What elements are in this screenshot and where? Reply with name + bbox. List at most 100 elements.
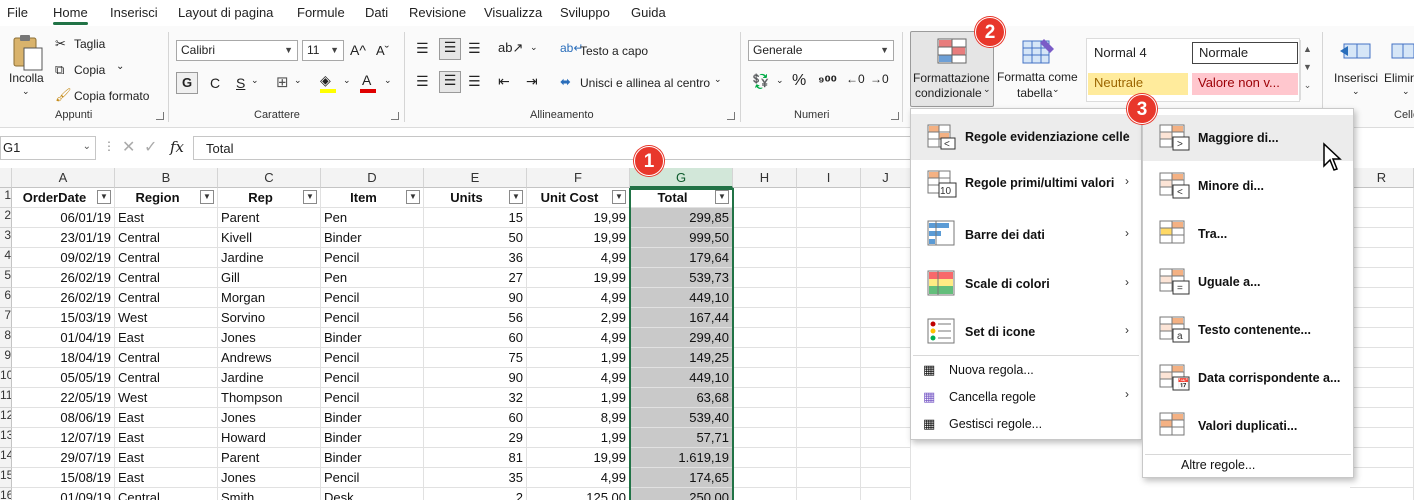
decrease-font-icon[interactable]: Aˇ — [376, 43, 389, 58]
filter-dropdown-icon[interactable]: ▼ — [97, 190, 111, 204]
orientation-chevron-icon[interactable]: ⌄ — [530, 42, 538, 53]
table-cell-g[interactable]: 167,44 — [630, 308, 733, 328]
empty-cell[interactable] — [861, 388, 911, 408]
column-header-r[interactable]: R — [1350, 168, 1414, 188]
table-cell-c[interactable]: Morgan — [218, 288, 321, 308]
table-cell-f[interactable]: 4,99 — [527, 468, 630, 488]
menu-file[interactable]: File — [7, 5, 28, 20]
menu-revisione[interactable]: Revisione — [409, 5, 466, 20]
submenu-item-2[interactable]: Tra... — [1143, 211, 1353, 257]
row-header[interactable]: 5 — [0, 268, 12, 288]
empty-cell[interactable] — [797, 328, 861, 348]
percent-icon[interactable]: % — [792, 72, 806, 90]
format-as-table-icon[interactable] — [1022, 37, 1056, 65]
filter-dropdown-icon[interactable]: ▼ — [509, 190, 523, 204]
table-cell-d[interactable]: Pen — [321, 208, 424, 228]
empty-cell[interactable] — [1350, 208, 1414, 228]
row-header[interactable]: 15 — [0, 468, 12, 488]
chevron-down-icon[interactable]: ⌄ — [1052, 84, 1060, 95]
align-top-icon[interactable]: ☰ — [416, 40, 429, 57]
select-all-corner[interactable] — [0, 168, 12, 188]
empty-cell[interactable] — [1350, 428, 1414, 448]
table-cell-a[interactable]: 23/01/19 — [12, 228, 115, 248]
table-cell-e[interactable]: 90 — [424, 288, 527, 308]
row-header[interactable]: 8 — [0, 328, 12, 348]
style-normale[interactable]: Normale — [1192, 42, 1298, 64]
table-cell-c[interactable]: Howard — [218, 428, 321, 448]
table-cell-g[interactable]: 539,40 — [630, 408, 733, 428]
table-cell-e[interactable]: 81 — [424, 448, 527, 468]
table-cell-c[interactable]: Parent — [218, 448, 321, 468]
filter-dropdown-icon[interactable]: ▼ — [200, 190, 214, 204]
empty-cell[interactable] — [1350, 388, 1414, 408]
table-cell-f[interactable]: 1,99 — [527, 388, 630, 408]
chevron-down-icon[interactable]: ⌄ — [1402, 86, 1410, 97]
table-cell-a[interactable]: 22/05/19 — [12, 388, 115, 408]
table-cell-f[interactable]: 2,99 — [527, 308, 630, 328]
table-cell-a[interactable]: 12/07/19 — [12, 428, 115, 448]
empty-cell[interactable] — [1350, 348, 1414, 368]
delete-cells-button[interactable]: Elimin — [1384, 71, 1414, 85]
table-cell-g[interactable]: 539,73 — [630, 268, 733, 288]
fill-chevron-icon[interactable]: ⌄ — [343, 75, 351, 86]
table-cell-e[interactable]: 56 — [424, 308, 527, 328]
row-header[interactable]: 7 — [0, 308, 12, 328]
column-header-j[interactable]: J — [861, 168, 911, 188]
table-cell-f[interactable]: 19,99 — [527, 228, 630, 248]
empty-cell[interactable] — [733, 308, 797, 328]
currency-icon[interactable]: 💱 — [752, 73, 769, 90]
menu-home[interactable]: Home — [53, 5, 88, 25]
table-cell-d[interactable]: Pencil — [321, 468, 424, 488]
table-cell-b[interactable]: Central — [115, 268, 218, 288]
merge-chevron-icon[interactable]: ⌄ — [714, 74, 722, 85]
column-header-h[interactable]: H — [733, 168, 797, 188]
table-cell-f[interactable]: 1,99 — [527, 348, 630, 368]
row-header[interactable]: 2 — [0, 208, 12, 228]
table-cell-e[interactable]: 75 — [424, 348, 527, 368]
table-cell-f[interactable]: 4,99 — [527, 288, 630, 308]
table-cell-b[interactable]: East — [115, 468, 218, 488]
font-size-combo[interactable]: 11 ▼ — [302, 40, 344, 61]
insert-function-icon[interactable]: fx — [170, 138, 184, 156]
table-cell-c[interactable]: Jones — [218, 328, 321, 348]
table-cell-d[interactable]: Pencil — [321, 248, 424, 268]
copy-button[interactable]: Copia — [74, 63, 105, 77]
menu-item-clear-rules[interactable]: ▦ Cancella regole › — [911, 386, 1141, 410]
table-cell-f[interactable]: 4,99 — [527, 368, 630, 388]
empty-cell[interactable] — [797, 248, 861, 268]
table-cell-d[interactable]: Pencil — [321, 288, 424, 308]
table-cell-c[interactable]: Parent — [218, 208, 321, 228]
paste-chevron-icon[interactable]: ⌄ — [22, 86, 30, 97]
table-cell-a[interactable]: 15/08/19 — [12, 468, 115, 488]
decrease-indent-icon[interactable]: ⇤ — [498, 73, 510, 90]
empty-cell[interactable] — [1350, 448, 1414, 468]
table-cell-c[interactable]: Smith — [218, 488, 321, 500]
table-cell-c[interactable]: Thompson — [218, 388, 321, 408]
menu-item-icon-sets[interactable]: Set di icone › — [911, 308, 1141, 356]
table-cell-b[interactable]: West — [115, 308, 218, 328]
empty-cell[interactable] — [797, 208, 861, 228]
empty-cell[interactable] — [733, 228, 797, 248]
row-header[interactable]: 13 — [0, 428, 12, 448]
format-as-table-label-2[interactable]: tabella — [1017, 86, 1052, 100]
table-cell-c[interactable]: Kivell — [218, 228, 321, 248]
table-cell-g[interactable]: 250,00 — [630, 488, 733, 500]
style-valore-non-valido[interactable]: Valore non v... — [1192, 73, 1298, 95]
empty-cell[interactable] — [733, 468, 797, 488]
empty-cell[interactable] — [733, 408, 797, 428]
empty-cell[interactable] — [797, 188, 861, 208]
style-normal4[interactable]: Normal 4 — [1088, 43, 1188, 65]
table-cell-e[interactable]: 60 — [424, 408, 527, 428]
align-center-icon[interactable]: ☰ — [439, 71, 461, 93]
empty-cell[interactable] — [1350, 468, 1414, 488]
menu-formule[interactable]: Formule — [297, 5, 345, 20]
empty-cell[interactable] — [733, 388, 797, 408]
table-cell-d[interactable]: Desk — [321, 488, 424, 500]
table-cell-g[interactable]: 299,40 — [630, 328, 733, 348]
menu-item-color-scales[interactable]: Scale di colori › — [911, 260, 1141, 308]
merge-button[interactable]: Unisci e allinea al centro — [580, 76, 710, 90]
empty-cell[interactable] — [733, 208, 797, 228]
empty-cell[interactable] — [797, 488, 861, 500]
confirm-icon[interactable]: ✓ — [144, 137, 157, 157]
empty-cell[interactable] — [733, 368, 797, 388]
